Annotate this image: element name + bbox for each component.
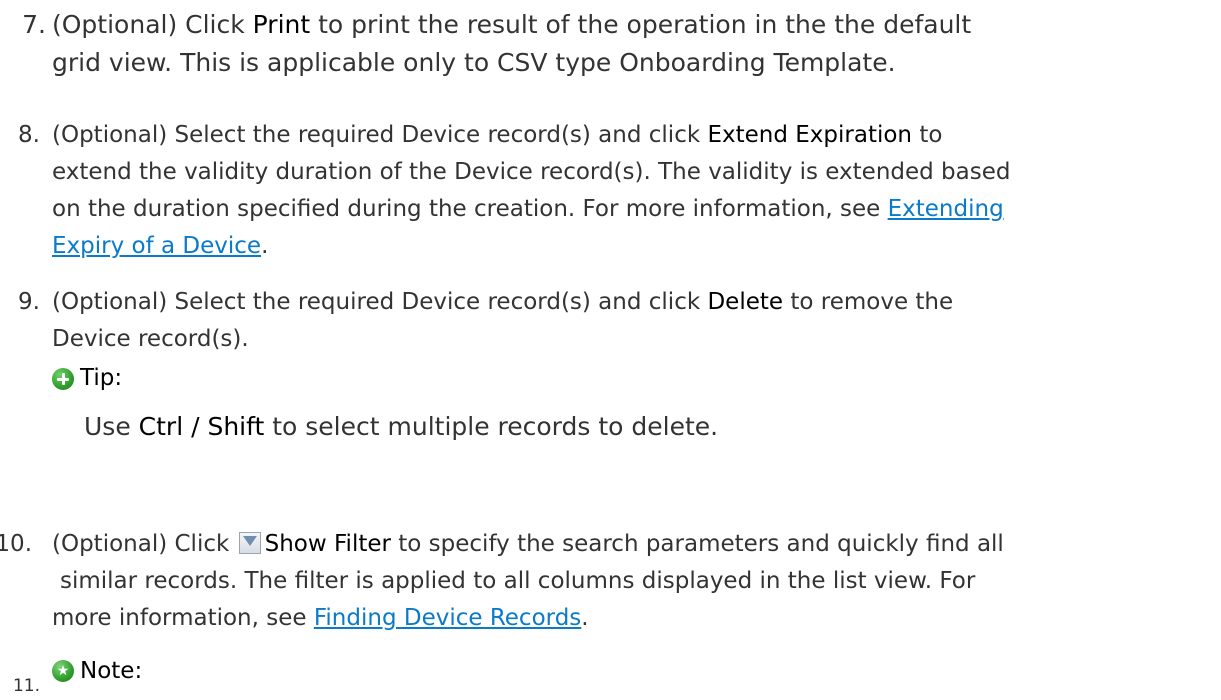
step-text: (Optional) Select the required Device re…	[52, 117, 1212, 265]
step-text: (Optional) Select the required Device re…	[52, 284, 1212, 358]
step-line: similar records. The filter is applied t…	[60, 568, 976, 594]
step-line: extend the validity duration of the Devi…	[52, 159, 1011, 185]
text-segment: .	[261, 233, 269, 259]
step-number: 11.	[12, 676, 40, 696]
link-finding-device-records[interactable]: Finding Device Records	[314, 605, 581, 631]
text-segment: .	[581, 605, 589, 631]
note-label: Note:	[80, 658, 143, 684]
text-segment: to remove the	[783, 289, 954, 315]
text-segment: to print the result of the operation in …	[310, 10, 972, 39]
text-segment: (Optional) Select the required Device re…	[52, 122, 708, 148]
text-segment: to specify the search parameters and qui…	[390, 531, 1004, 557]
link-extending-expiry-cont[interactable]: Expiry of a Device	[52, 233, 261, 259]
ui-term-print: Print	[252, 10, 311, 39]
text-segment: on the duration specified during the cre…	[52, 196, 888, 222]
ui-term-ctrl-shift: Ctrl / Shift	[138, 412, 265, 441]
text-segment: to select multiple records to delete.	[264, 412, 719, 441]
text-segment: (Optional) Click	[52, 531, 237, 557]
step-line: (Optional) Click Print to print the resu…	[52, 10, 971, 39]
step-text: (Optional) Click Print to print the resu…	[52, 6, 1212, 82]
plus-circle-icon	[52, 367, 74, 390]
ui-term-show-filter: Show Filter	[264, 531, 391, 557]
text-segment: Use	[84, 412, 139, 441]
step-number: 10.	[0, 531, 32, 557]
tip-label: Tip:	[80, 365, 123, 391]
step-text: (Optional) Click Show Filter to specify …	[52, 526, 1221, 637]
text-segment: (Optional) Select the required Device re…	[52, 289, 708, 315]
text-segment: (Optional) Click	[52, 10, 253, 39]
ui-term-extend-expiration: Extend Expiration	[707, 122, 913, 148]
ui-term-delete: Delete	[707, 289, 784, 315]
step-number: 8.	[18, 122, 40, 148]
note-heading: ★ Note:	[52, 658, 142, 684]
filter-icon	[238, 532, 261, 554]
tip-body: Use Ctrl / Shift to select multiple reco…	[84, 408, 1184, 446]
step-number: 9.	[18, 289, 40, 315]
link-extending-expiry[interactable]: Extending	[888, 196, 1004, 222]
step-number: 7.	[22, 10, 46, 39]
tip-heading: Tip:	[52, 360, 122, 397]
step-line: grid view. This is applicable only to CS…	[52, 48, 896, 77]
text-segment: to	[912, 122, 943, 148]
star-circle-icon: ★	[52, 660, 74, 682]
text-segment: more information, see	[52, 605, 314, 631]
step-line: Device record(s).	[52, 326, 249, 352]
